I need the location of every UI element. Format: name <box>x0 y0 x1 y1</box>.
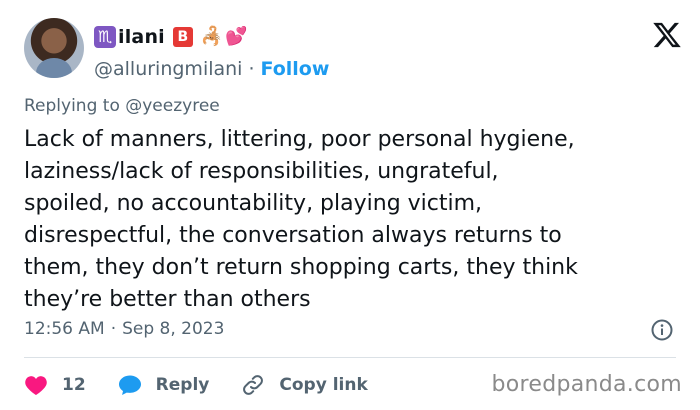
replying-to-prefix: Replying to <box>24 96 126 116</box>
tweet-timestamp[interactable]: 12:56 AM · Sep 8, 2023 <box>24 319 224 339</box>
meta-separator: · <box>110 319 117 339</box>
two-hearts-emoji-icon: 💕 <box>225 26 248 47</box>
handle-separator: · <box>248 58 255 80</box>
reply-button[interactable]: Reply <box>118 374 210 396</box>
scorpio-zodiac-icon: ♏ <box>94 26 116 48</box>
tweet-time: 12:56 AM <box>24 319 105 339</box>
copy-link-label: Copy link <box>279 375 368 395</box>
like-button[interactable]: 12 <box>24 374 86 396</box>
b-badge-icon: B <box>172 27 193 47</box>
reply-label: Reply <box>155 375 210 395</box>
info-icon[interactable] <box>650 318 674 342</box>
scorpion-emoji-icon: 🦂 <box>200 26 224 47</box>
handle-row: @alluringmilani · Follow <box>94 58 329 80</box>
tweet-date: Sep 8, 2023 <box>122 319 225 339</box>
reply-bubble-icon <box>118 375 141 395</box>
author-handle[interactable]: @alluringmilani <box>94 58 242 80</box>
author-name-row[interactable]: ♏ ilani B 🦂 💕 <box>94 24 248 50</box>
tweet-header: ♏ ilani B 🦂 💕 @alluringmilani · Follow <box>24 18 682 80</box>
boredpanda-watermark: boredpanda.com <box>491 372 682 397</box>
action-bar: 12 Reply Copy link <box>24 370 400 400</box>
divider <box>24 357 676 358</box>
display-name[interactable]: ilani <box>118 26 165 48</box>
copy-link-button[interactable]: Copy link <box>241 373 368 397</box>
link-icon <box>243 375 264 395</box>
follow-button[interactable]: Follow <box>261 58 330 80</box>
likes-count: 12 <box>62 375 86 395</box>
x-logo-icon[interactable] <box>652 20 682 50</box>
replying-to: Replying to @yeezyree <box>24 96 220 116</box>
heart-icon <box>25 376 47 395</box>
reply-mention-link[interactable]: @yeezyree <box>125 96 220 116</box>
avatar[interactable] <box>24 18 84 78</box>
tweet-text: Lack of manners, littering, poor persona… <box>24 127 578 312</box>
